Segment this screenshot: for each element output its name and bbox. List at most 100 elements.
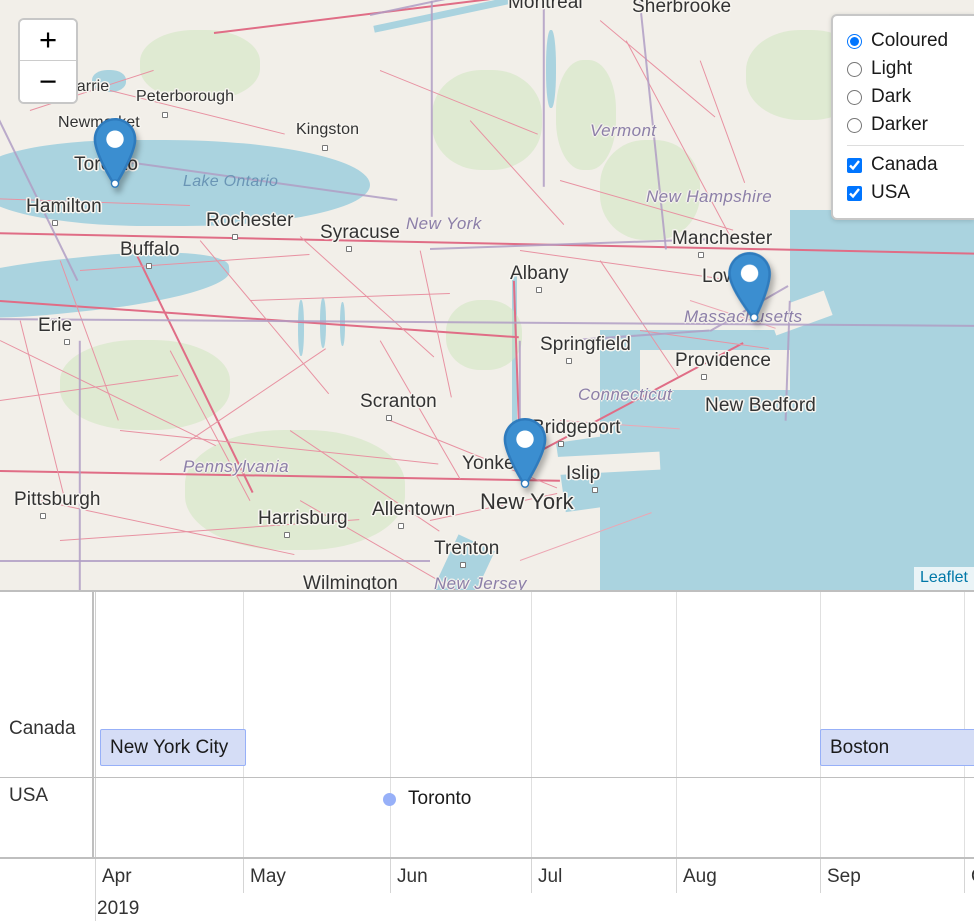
timeline-axis-tick [676,859,677,893]
city-label: Sherbrooke [632,0,732,17]
city-dot-icon [146,263,152,269]
timeline-group-label-usa: USA [9,785,49,806]
city-label: Kingston [296,121,360,138]
border-segment [79,340,81,590]
city-label: Harrisburg [258,508,348,529]
city-dot-icon [232,234,238,240]
radio-dark[interactable] [847,89,862,105]
overlay-option-canada[interactable]: Canada [847,151,964,179]
city-label: Montreal [508,0,583,13]
timeline-axis-tick [243,859,244,893]
overlay-option-usa[interactable]: USA [847,179,964,207]
map-marker-boston[interactable] [722,250,779,325]
city-dot-icon [40,513,46,519]
zoom-out-button[interactable]: − [20,61,76,102]
timeline-axis: AprMayJunJulAugSepOct2019 [0,857,974,921]
timeline[interactable]: Canada USA New York City Boston Toronto Apr… [0,590,974,921]
radio-coloured[interactable] [847,33,862,49]
timeline-axis-tick [390,859,391,893]
city-label: Peterborough [136,88,235,105]
city-dot-icon [592,487,598,493]
border-segment [543,0,545,187]
map-marker-new-york-city[interactable] [500,418,550,488]
city-label: Rochester [206,210,294,231]
city-dot-icon [346,246,352,252]
border-segment [0,560,430,562]
layer-control-divider [847,145,964,146]
basemap-label-light[interactable]: Light [871,58,912,80]
state-label: Vermont [590,121,657,140]
zoom-control[interactable]: + − [18,18,78,104]
overlay-checkbox-group[interactable]: Canada USA [847,151,964,207]
checkbox-canada[interactable] [847,157,862,173]
city-label: Albany [510,263,569,284]
city-label: Hamilton [26,196,102,217]
timeline-axis-month-label: Aug [683,866,717,887]
timeline-gridline [964,592,965,857]
city-dot-icon [698,252,704,258]
city-dot-icon [701,374,707,380]
overlay-label-canada[interactable]: Canada [871,154,938,176]
timeline-gridline [95,592,96,857]
water-label: Lake Ontario [183,173,279,190]
zoom-in-button[interactable]: + [20,20,76,61]
city-label: Scranton [360,391,437,412]
timeline-axis-month-label: Jul [538,866,563,887]
timeline-group-labels: Canada USA [0,592,94,857]
layer-control-panel[interactable]: Coloured Light Dark Darker Canada USA [831,14,974,220]
state-label: New York [406,214,482,233]
timeline-item-label: Boston [830,736,890,758]
timeline-gridline [676,592,677,857]
basemap-option-darker[interactable]: Darker [847,111,964,139]
timeline-content[interactable]: New York City Boston Toronto [94,592,974,857]
checkbox-usa[interactable] [847,185,862,201]
timeline-item-label: New York City [110,736,229,758]
state-label: New Hampshire [646,187,773,206]
overlay-label-usa[interactable]: USA [871,182,910,204]
timeline-group-label-canada: Canada [9,718,76,739]
timeline-axis-year-label: 2019 [97,898,140,919]
timeline-item-boston[interactable]: Boston [820,729,974,766]
city-dot-icon [64,339,70,345]
forest-adirondack [432,70,542,170]
basemap-radio-group[interactable]: Coloured Light Dark Darker [847,27,964,139]
timeline-item-label: Toronto [408,788,472,809]
city-label: Providence [675,350,772,371]
city-label: Erie [38,315,73,336]
radio-light[interactable] [847,61,862,77]
timeline-axis-tick [964,859,965,893]
city-label: Islip [566,463,601,484]
leaflet-map[interactable]: Lake Ontario Vermont New York New Hampshir… [0,0,974,590]
timeline-axis-month-label: Apr [102,866,132,887]
timeline-item-toronto[interactable]: Toronto [383,788,471,810]
lake-champlain [546,30,556,108]
finger-lake-1 [298,300,304,356]
timeline-point-dot-icon [383,792,396,806]
city-label: Manchester [672,228,773,249]
city-dot-icon [566,358,572,364]
city-label: New York [480,489,574,514]
city-dot-icon [162,112,168,118]
timeline-axis-tick [820,859,821,893]
basemap-label-coloured[interactable]: Coloured [871,30,948,52]
timeline-item-nyc[interactable]: New York City [100,729,246,766]
state-label: Pennsylvania [183,457,289,476]
city-label: Springfield [540,334,631,355]
basemap-label-dark[interactable]: Dark [871,86,911,108]
radio-darker[interactable] [847,117,862,133]
city-dot-icon [284,532,290,538]
map-marker-toronto[interactable] [90,118,140,188]
timeline-axis-month-label: Jun [397,866,428,887]
basemap-option-light[interactable]: Light [847,55,964,83]
leaflet-attribution-link[interactable]: Leaflet [920,569,968,586]
city-label: Syracuse [320,222,401,243]
city-dot-icon [536,287,542,293]
city-dot-icon [322,145,328,151]
basemap-option-coloured[interactable]: Coloured [847,27,964,55]
timeline-gridline [243,592,244,857]
city-dot-icon [398,523,404,529]
basemap-label-darker[interactable]: Darker [871,114,928,136]
basemap-option-dark[interactable]: Dark [847,83,964,111]
timeline-axis-major-tick [95,859,96,921]
timeline-group-divider [0,777,974,778]
